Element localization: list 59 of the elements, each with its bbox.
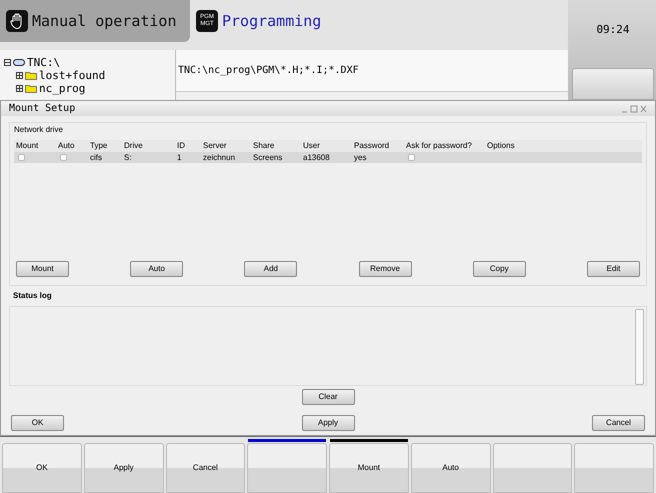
- column-header: Drive: [123, 140, 144, 152]
- dialog-title: Mount Setup: [9, 102, 76, 116]
- dialog-button[interactable]: Copy: [472, 261, 526, 277]
- column-header: Options: [486, 140, 516, 152]
- column-header: ID: [176, 140, 186, 152]
- table-cell: cifs: [90, 152, 102, 164]
- clock-text: 09:24: [596, 22, 630, 38]
- table-cell: 1: [177, 152, 182, 164]
- dialog-button[interactable]: Mount: [16, 261, 69, 277]
- softkey[interactable]: [574, 443, 654, 493]
- dialog-button[interactable]: OK: [11, 415, 64, 431]
- dialog-button[interactable]: Remove: [358, 261, 412, 277]
- checkbox[interactable]: [60, 154, 67, 161]
- column-header: Auto: [57, 140, 76, 152]
- checkbox[interactable]: [408, 154, 415, 161]
- drive-icon: [13, 59, 25, 66]
- status-log-label: Status log: [13, 290, 53, 302]
- dialog-button[interactable]: Auto: [130, 261, 184, 277]
- path-text: TNC:\nc_prog\PGM\*.H;*.I;*.DXF: [178, 64, 359, 78]
- window-controls-icon[interactable]: [621, 104, 647, 112]
- dialog-button[interactable]: Cancel: [592, 415, 645, 431]
- softkey[interactable]: Mount: [329, 443, 409, 493]
- hand-icon: [6, 10, 28, 32]
- column-header: User: [302, 140, 321, 152]
- column-header: Password: [353, 140, 390, 152]
- table-cell: zeichnun: [203, 152, 236, 164]
- column-header: Ask for password?: [405, 140, 473, 152]
- folder-icon: [25, 84, 37, 93]
- table-cell: S:: [124, 152, 132, 164]
- dialog-button[interactable]: Edit: [586, 261, 640, 277]
- softkey[interactable]: Apply: [84, 443, 164, 493]
- softkey[interactable]: [247, 443, 327, 493]
- column-header: Mount: [15, 140, 40, 152]
- tree-item[interactable]: TNC:\: [4, 56, 175, 69]
- table-cell: Screens: [253, 152, 282, 164]
- softkey[interactable]: Auto: [410, 443, 490, 493]
- table-row[interactable]: cifs S: 1 zeichnun Screens a13608 yes: [14, 152, 642, 163]
- mode-tab[interactable]: Manual operation: [0, 0, 190, 42]
- group-label: Network drive: [13, 124, 64, 136]
- softkey[interactable]: OK: [2, 443, 82, 493]
- tree-item[interactable]: lost+found: [4, 69, 175, 82]
- table-cell: a13608: [303, 152, 330, 164]
- softkey[interactable]: Cancel: [166, 443, 246, 493]
- column-header: Share: [252, 140, 276, 152]
- table-cell: yes: [354, 152, 366, 164]
- column-header: Type: [89, 140, 108, 152]
- side-softkey[interactable]: [572, 68, 654, 100]
- dialog-button[interactable]: Add: [244, 261, 298, 277]
- column-header: Server: [202, 140, 228, 152]
- expander-icon[interactable]: [4, 59, 11, 66]
- dialog-button[interactable]: Apply: [302, 415, 354, 431]
- tree-item[interactable]: nc_prog: [4, 82, 175, 95]
- softkey[interactable]: [492, 443, 572, 493]
- checkbox[interactable]: [18, 154, 25, 161]
- clear-button[interactable]: Clear: [302, 389, 354, 405]
- expander-icon[interactable]: [16, 72, 23, 79]
- scrollbar[interactable]: [635, 309, 644, 385]
- expander-icon[interactable]: [16, 85, 23, 92]
- folder-icon: [25, 71, 37, 80]
